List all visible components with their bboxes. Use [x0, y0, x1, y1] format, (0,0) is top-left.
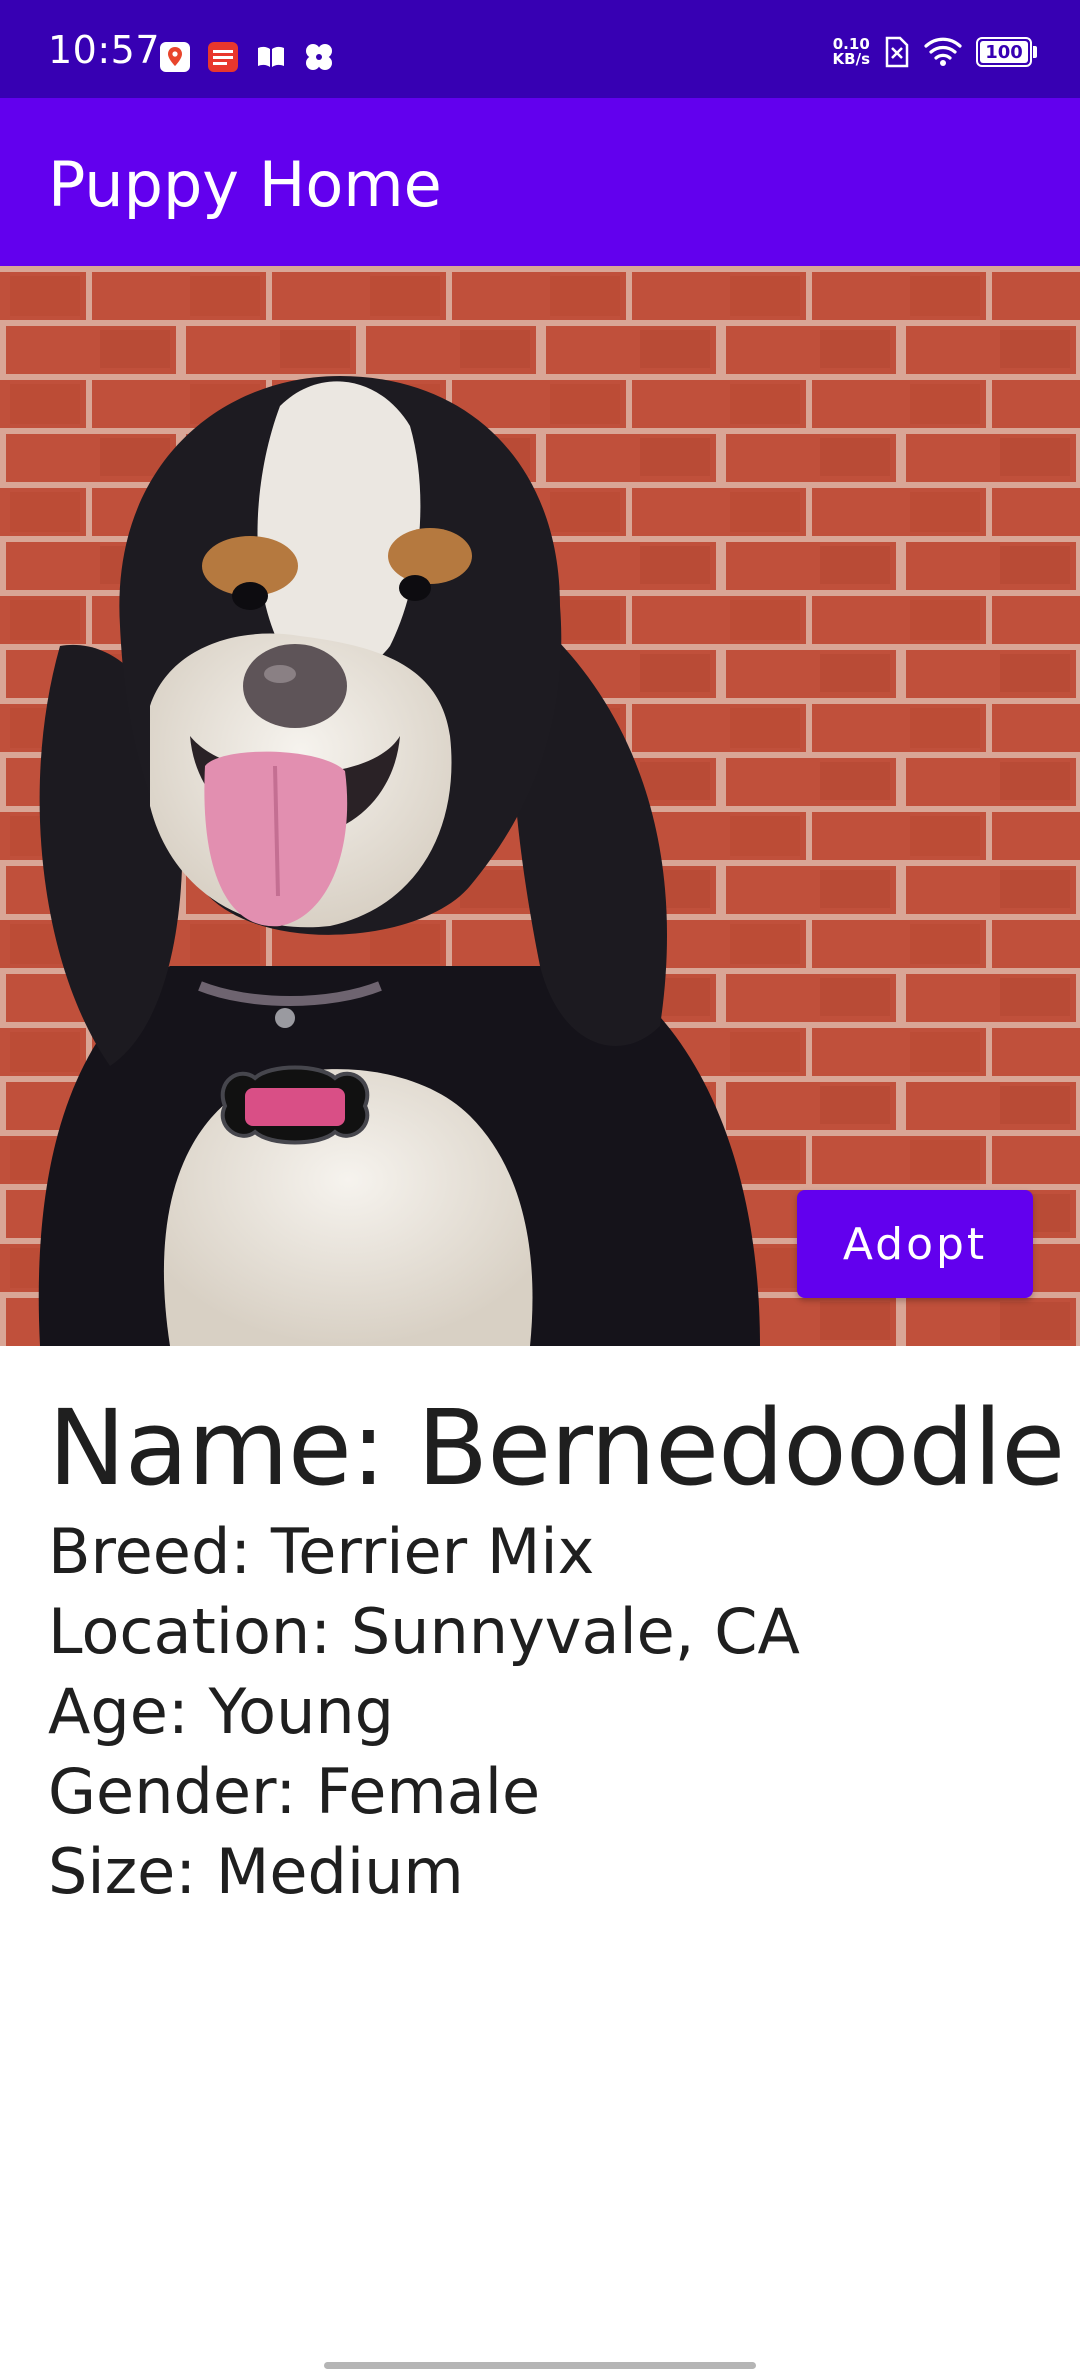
no-sim-icon: [885, 36, 909, 68]
status-bar: 10:57 0.10 KB/s 100: [0, 0, 1080, 98]
fan-app-icon: [306, 44, 332, 70]
pet-age: Age: Young: [48, 1675, 395, 1748]
status-time: 10:57: [48, 28, 161, 72]
pet-breed: Breed: Terrier Mix: [48, 1515, 595, 1588]
adopt-button[interactable]: Adopt: [797, 1190, 1033, 1298]
pet-gender: Gender: Female: [48, 1755, 541, 1828]
notification-icons: [158, 40, 336, 74]
app-bar: Puppy Home: [0, 98, 1080, 266]
dog-photo: Adopt: [0, 266, 1080, 1346]
map-pin-app-icon: [160, 42, 190, 72]
battery-icon: 100: [976, 37, 1037, 67]
network-speed: 0.10 KB/s: [833, 37, 870, 67]
status-right: 0.10 KB/s 100: [833, 36, 1037, 68]
wifi-icon: [924, 37, 962, 66]
pet-size: Size: Medium: [48, 1835, 464, 1908]
pet-location: Location: Sunnyvale, CA: [48, 1595, 800, 1668]
dog-photo-illustration: [0, 266, 1080, 1346]
home-indicator[interactable]: [324, 2362, 756, 2369]
puppy-detail-screen: 10:57 0.10 KB/s 100 Puppy Home Adopt Nam…: [0, 0, 1080, 2376]
toutiao-news-icon: [208, 42, 238, 72]
network-speed-unit: KB/s: [832, 50, 870, 68]
pet-name: Name: Bernedoodle: [48, 1387, 1065, 1509]
book-icon: [258, 46, 284, 67]
pet-details: Name: Bernedoodle Breed: Terrier Mix Loc…: [48, 1384, 1065, 1912]
battery-level: 100: [985, 41, 1023, 63]
app-title: Puppy Home: [48, 148, 442, 221]
